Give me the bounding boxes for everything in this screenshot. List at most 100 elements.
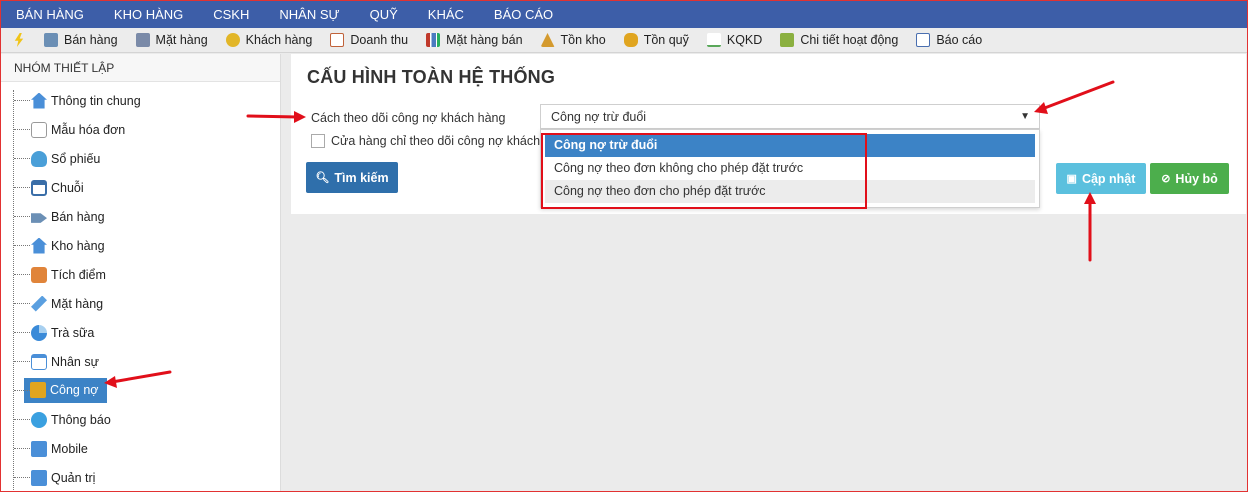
- sidebar-item-products[interactable]: Mặt hàng: [0, 289, 280, 318]
- report-icon: [916, 33, 931, 47]
- sidebar-item-label: Chuỗi: [51, 180, 84, 195]
- search-icon: 🔍︎: [315, 172, 330, 184]
- top-menu-cskh[interactable]: CSKH: [213, 7, 249, 22]
- dropdown-option[interactable]: Công nợ theo đơn không cho phép đặt trướ…: [545, 157, 1035, 180]
- line-chart-icon: [706, 33, 721, 47]
- settings-tree: Thông tin chung Mẫu hóa đơn Sổ phiếu Chu…: [0, 82, 280, 492]
- admin-icon: [31, 469, 47, 486]
- update-button-label: Cập nhật: [1081, 171, 1136, 186]
- sidebar-item-label: Thông báo: [51, 412, 111, 427]
- warehouse-icon: [31, 237, 47, 254]
- sidebar-item-label: Sổ phiếu: [51, 151, 101, 166]
- coins-icon: [623, 33, 638, 47]
- toolbar-fund[interactable]: Tồn quỹ: [623, 33, 689, 47]
- dropdown-option[interactable]: Công nợ trừ đuổi: [545, 134, 1035, 157]
- sidebar-item-mobile[interactable]: Mobile: [0, 434, 280, 463]
- toolbar-products-sold-label: Mặt hàng bán: [446, 33, 523, 47]
- mobile-icon: [31, 440, 47, 457]
- toolbar-report-label: Báo cáo: [936, 33, 983, 47]
- toolbar-activity-label: Chi tiết hoạt động: [800, 33, 899, 47]
- toolbar-products-sold[interactable]: Mặt hàng bán: [426, 33, 523, 47]
- calendar-icon: [31, 353, 47, 370]
- network-icon: [31, 179, 47, 196]
- quick-toolbar: Bán hàng Mặt hàng Khách hàng Doanh thu M…: [0, 28, 1248, 53]
- cash-register-icon: [44, 33, 58, 47]
- top-menu-reports[interactable]: BÁO CÁO: [494, 7, 553, 22]
- sidebar-item-label: Công nợ: [50, 383, 99, 397]
- sidebar-item-label: Mặt hàng: [51, 296, 104, 311]
- stock-icon: [540, 33, 555, 47]
- sidebar-item-invoice-template[interactable]: Mẫu hóa đơn: [0, 115, 280, 144]
- toolbar-products[interactable]: Mặt hàng: [135, 33, 208, 47]
- toolbar-customers[interactable]: Khách hàng: [225, 33, 313, 47]
- debt-method-dropdown: Công nợ trừ đuổi Công nợ theo đơn không …: [540, 129, 1040, 208]
- store-only-label: Cửa hàng chỉ theo dõi công nợ khách h: [331, 134, 551, 148]
- sidebar-item-label: Nhân sự: [51, 354, 99, 369]
- sidebar-item-label: Tích điểm: [51, 267, 106, 282]
- toolbar-customers-label: Khách hàng: [245, 33, 313, 47]
- dropdown-option[interactable]: Công nợ theo đơn cho phép đặt trước: [545, 180, 1035, 203]
- sidebar-item-voucher-book[interactable]: Sổ phiếu: [0, 144, 280, 173]
- product-icon: [135, 33, 150, 47]
- cloud-icon: [31, 150, 47, 167]
- sidebar-title: NHÓM THIẾT LẬP: [0, 54, 280, 82]
- toolbar-kqkd[interactable]: KQKD: [706, 33, 763, 47]
- sidebar-item-sales[interactable]: Bán hàng: [0, 202, 280, 231]
- toolbar-products-label: Mặt hàng: [155, 33, 208, 47]
- sidebar-item-admin[interactable]: Quản trị: [0, 463, 280, 492]
- toolbar-revenue-label: Doanh thu: [350, 33, 409, 47]
- debt-tracking-label: Cách theo dõi công nợ khách hàng: [311, 111, 506, 125]
- sidebar-item-milk-tea[interactable]: Trà sữa: [0, 318, 280, 347]
- chat-bubble-icon: [31, 411, 47, 428]
- sidebar-item-hr[interactable]: Nhân sự: [0, 347, 280, 376]
- sidebar-item-label: Trà sữa: [51, 325, 95, 340]
- debt-coins-icon: [30, 382, 46, 398]
- sidebar-item-label: Mobile: [51, 441, 88, 456]
- toolbar-kqkd-label: KQKD: [726, 33, 763, 47]
- search-button-label: Tìm kiếm: [334, 170, 389, 185]
- sidebar-item-label: Thông tin chung: [51, 93, 141, 108]
- sidebar-item-label: Kho hàng: [51, 238, 105, 253]
- revenue-icon: [330, 33, 345, 47]
- debt-method-select[interactable]: Công nợ trừ đuổi ▼: [540, 104, 1040, 129]
- sidebar-item-debt[interactable]: Công nợ: [0, 376, 280, 405]
- store-only-checkbox[interactable]: [311, 134, 325, 148]
- sidebar-item-warehouse[interactable]: Kho hàng: [0, 231, 280, 260]
- toolbar-stock-label: Tồn kho: [560, 33, 606, 47]
- toolbar-stock[interactable]: Tồn kho: [540, 33, 606, 47]
- sidebar-item-notifications[interactable]: Thông báo: [0, 405, 280, 434]
- top-menu-sales[interactable]: BÁN HÀNG: [16, 7, 84, 22]
- sidebar-item-label: Bán hàng: [51, 209, 105, 224]
- home-icon: [31, 92, 47, 109]
- toolbar-lightning[interactable]: [12, 33, 26, 47]
- top-menu-warehouse[interactable]: KHO HÀNG: [114, 7, 183, 22]
- sidebar-item-loyalty-points[interactable]: Tích điểm: [0, 260, 280, 289]
- sidebar-item-general-info[interactable]: Thông tin chung: [0, 86, 280, 115]
- bar-chart-icon: [426, 33, 441, 47]
- toolbar-report[interactable]: Báo cáo: [916, 33, 982, 47]
- store-only-row: Cửa hàng chỉ theo dõi công nợ khách h: [311, 134, 551, 148]
- ban-icon: ⊘: [1161, 173, 1171, 185]
- tag-icon: [31, 295, 47, 312]
- toolbar-sales-label: Bán hàng: [64, 33, 118, 47]
- gift-icon: [31, 266, 47, 283]
- page-title: CẤU HÌNH TOÀN HỆ THỐNG: [307, 67, 556, 87]
- update-button[interactable]: ▣ Cập nhật: [1056, 163, 1146, 194]
- sale-tag-icon: [31, 213, 47, 223]
- cancel-button[interactable]: ⊘ Hủy bỏ: [1150, 163, 1229, 194]
- top-menu-hr[interactable]: NHÂN SỰ: [279, 7, 339, 22]
- sidebar-item-chain[interactable]: Chuỗi: [0, 173, 280, 202]
- sidebar-item-label: Mẫu hóa đơn: [51, 122, 126, 137]
- customer-icon: [225, 33, 240, 47]
- debt-method-value: Công nợ trừ đuổi: [551, 109, 647, 124]
- top-menu-fund[interactable]: QUỸ: [370, 7, 398, 22]
- top-menu: BÁN HÀNG KHO HÀNG CSKH NHÂN SỰ QUỸ KHÁC …: [0, 0, 1248, 28]
- save-icon: ▣: [1066, 173, 1077, 185]
- toolbar-activity[interactable]: Chi tiết hoạt động: [780, 33, 898, 47]
- lightning-icon: [14, 33, 24, 47]
- search-button[interactable]: 🔍︎ Tìm kiếm: [306, 162, 398, 193]
- toolbar-revenue[interactable]: Doanh thu: [330, 33, 408, 47]
- top-menu-other[interactable]: KHÁC: [428, 7, 464, 22]
- toolbar-sales[interactable]: Bán hàng: [44, 33, 118, 47]
- activity-icon: [780, 33, 795, 47]
